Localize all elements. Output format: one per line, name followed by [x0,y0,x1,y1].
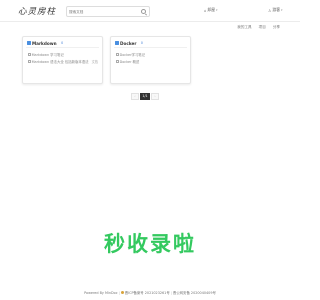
user-menu-label: 游客 [272,7,280,12]
search-box[interactable] [66,6,150,17]
footer: Powered By MinDoc | 晋ICP备案号 2021023261号 … [0,290,300,296]
separator: | [118,290,120,295]
user-icon: ♙ [268,7,272,13]
site-menu-label: 邦屋 [207,7,216,12]
document-icon [28,60,31,63]
site-menu[interactable]: ⌂ 邦屋 ▾ [204,7,218,13]
chevron-down-icon: ▾ [216,8,218,12]
separator: | [170,290,172,295]
pagination: ‹ 1/1 › [131,93,159,100]
document-icon [28,53,31,56]
card-divider [26,47,99,48]
icp-link[interactable]: 晋ICP备案号 2021023261号 [125,290,170,295]
card-header: Docker 0 [115,40,143,46]
search-icon[interactable] [141,9,146,14]
project-card-docker[interactable]: Docker 0 Docker学习笔记 Docker 概述 [110,36,191,84]
doc-title: Docker 概述 [119,60,140,64]
powered-by[interactable]: Powered By MinDoc [84,291,117,295]
book-icon [115,41,119,45]
doc-link[interactable]: Docker学习笔记 [116,52,145,57]
book-icon [27,41,31,45]
site-logo[interactable]: 心灵房柱 [18,5,56,17]
document-icon [116,53,119,56]
chevron-down-icon: ▾ [281,8,283,12]
toolbar-item-tools[interactable]: 我的工具 [235,24,253,31]
card-header: Markdown 0 [27,40,63,46]
home-icon: ⌂ [204,7,207,13]
search-input[interactable] [69,7,137,16]
watermark-text: 秒收录啦 [104,232,196,256]
doc-title: Markdown 语法大全 包括新版本语法 [31,60,89,64]
police-badge-icon [120,291,124,294]
police-link[interactable]: 晋公网安备 2020040409号 [173,290,216,295]
user-menu[interactable]: ♙ 游客 ▾ [268,7,283,13]
doc-link[interactable]: Docker 概述 [116,59,139,64]
prev-page-button[interactable]: ‹ [131,93,139,100]
toolbar-item-share[interactable]: 分享 [271,24,282,31]
toolbar-item-projects[interactable]: 项目 [257,24,268,31]
doc-tag: 文档 [91,60,98,64]
doc-link[interactable]: Markdown 学习笔记 [28,52,64,57]
card-title[interactable]: Markdown [32,41,57,46]
card-divider [114,47,187,48]
doc-count-badge: 0 [61,41,64,45]
top-header: 心灵房柱 ⌂ 邦屋 ▾ ♙ 游客 ▾ [0,0,300,22]
project-card-markdown[interactable]: Markdown 0 Markdown 学习笔记 Markdown 语法大全 包… [22,36,103,84]
card-title[interactable]: Docker [120,41,136,46]
doc-count-badge: 0 [140,41,143,45]
doc-title: Markdown 学习笔记 [31,53,64,57]
doc-title: Docker学习笔记 [119,53,146,57]
document-icon [116,60,119,63]
toolbar: 我的工具 项目 分享 [235,23,282,31]
doc-link[interactable]: Markdown 语法大全 包括新版本语法 [28,59,89,64]
current-page[interactable]: 1/1 [140,93,150,100]
next-page-button[interactable]: › [151,93,159,100]
